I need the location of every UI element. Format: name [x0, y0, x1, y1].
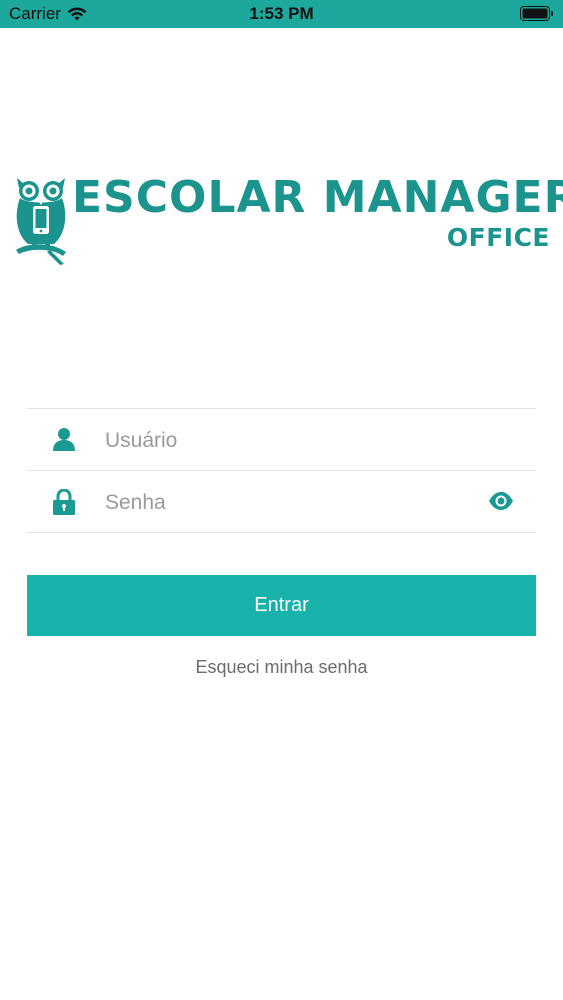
- login-form: [27, 408, 536, 533]
- lock-icon: [53, 489, 75, 515]
- user-icon: [53, 428, 75, 451]
- login-button[interactable]: Entrar: [27, 575, 536, 636]
- password-row: [27, 470, 536, 533]
- brand-name: ESCOLAR MANAGER: [72, 172, 563, 223]
- username-row: [27, 408, 536, 470]
- brand-logo: ESCOLAR MANAGER OFFICE: [14, 176, 563, 268]
- brand-subtitle: OFFICE: [446, 223, 550, 252]
- password-input[interactable]: [103, 484, 487, 522]
- login-screen: Carrier 1:53 PM ESCOLAR MANAGER OFFICE U…: [0, 0, 563, 1000]
- eye-icon[interactable]: [488, 491, 514, 511]
- forgot-password-link[interactable]: Esqueci minha senha: [0, 657, 563, 678]
- username-input[interactable]: [103, 422, 487, 460]
- owl-logo-icon: [16, 178, 66, 265]
- status-time: 1:53 PM: [249, 4, 314, 23]
- battery-icon: [520, 6, 553, 21]
- status-bar: Carrier 1:53 PM: [0, 0, 563, 28]
